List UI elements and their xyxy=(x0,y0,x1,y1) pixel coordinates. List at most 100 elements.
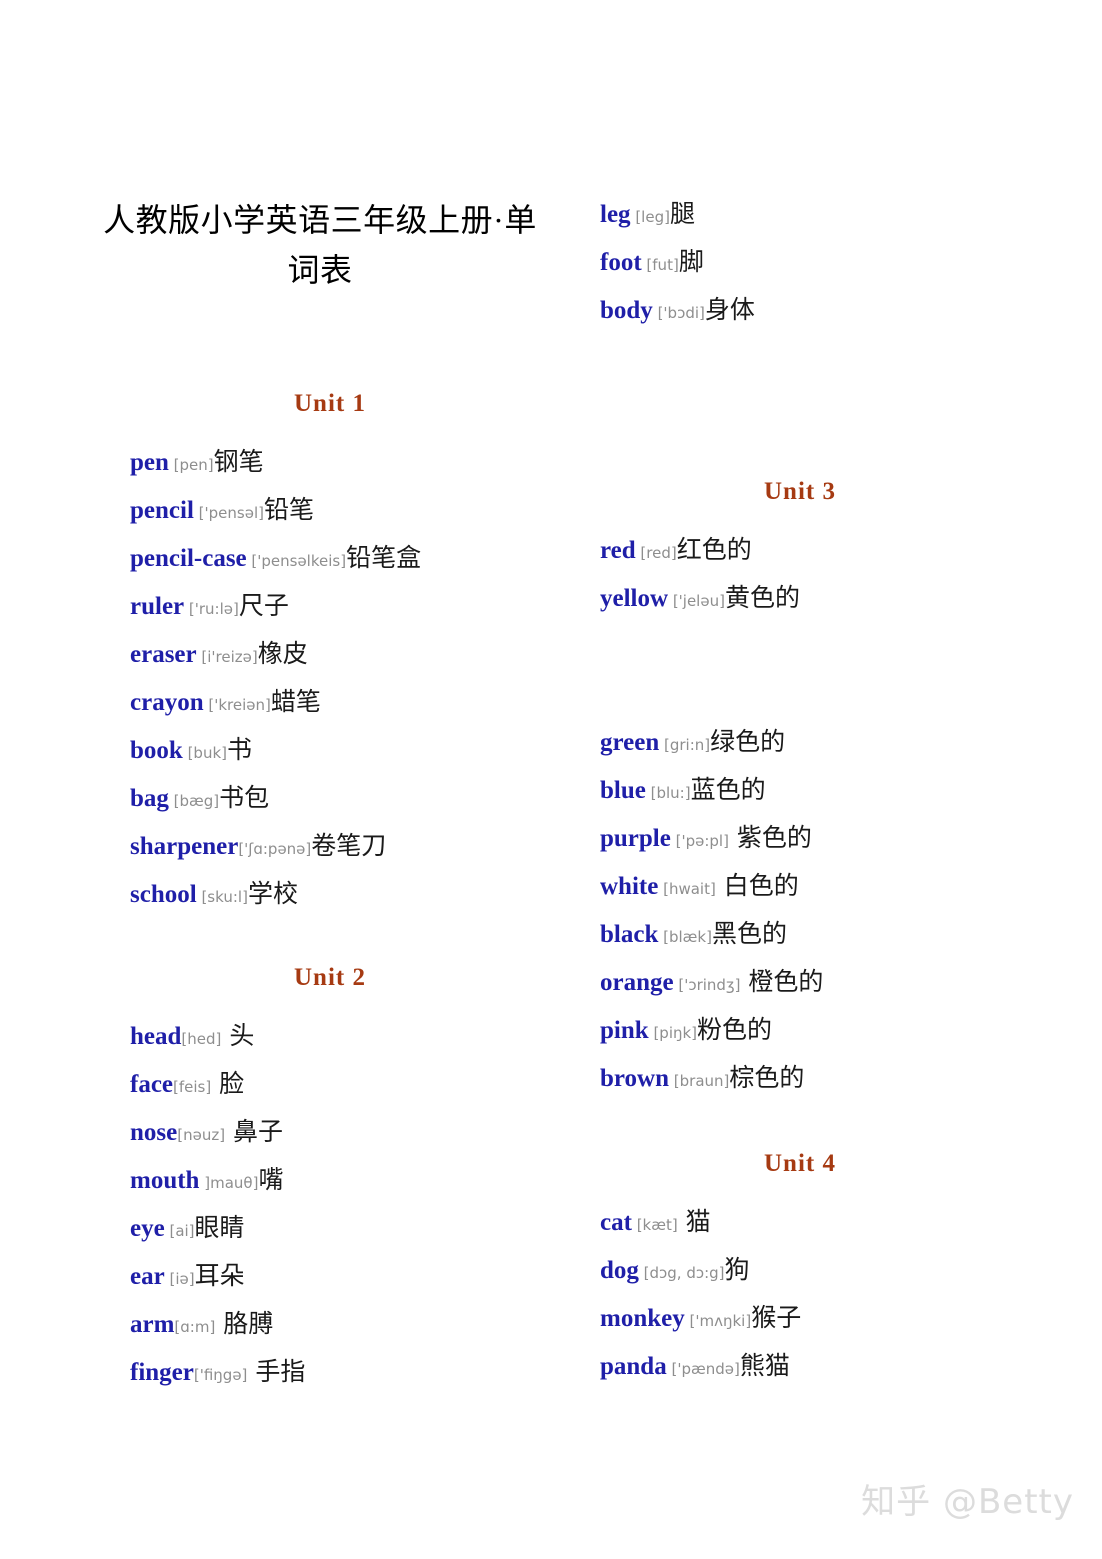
entry-translation: 铅笔 xyxy=(263,495,314,524)
entry-phonetic: ['bɔdi] xyxy=(652,304,705,322)
unit-2-continued-word-list: leg [leg]腿 foot [fut]脚 body ['bɔdi]身体 xyxy=(600,190,1000,334)
entry-phonetic: ['pensəlkeis] xyxy=(246,552,347,570)
entry-word: eye xyxy=(130,1215,165,1242)
word-entry: dog [dɔg, dɔ:g]狗 xyxy=(600,1246,1000,1294)
right-column: leg [leg]腿 foot [fut]脚 body ['bɔdi]身体 Unit… xyxy=(600,0,1000,1390)
entry-translation: 卷笔刀 xyxy=(311,831,387,860)
entry-phonetic: [nəuz] xyxy=(177,1126,226,1144)
unit-3-word-list-part-1: red [red]红色的 yellow ['jeləu]黄色的 xyxy=(600,526,1000,622)
unit-heading-4: Unit 4 xyxy=(764,1150,836,1177)
word-entry: blue [blu:]蓝色的 xyxy=(600,766,1000,814)
entry-phonetic: ['ɔrindʒ] xyxy=(673,976,741,994)
entry-word: panda xyxy=(600,1353,667,1380)
entry-translation: 脸 xyxy=(211,1069,245,1098)
unit-3-word-list-part-2: green [gri:n]绿色的 blue [blu:]蓝色的 purple ['p… xyxy=(600,718,1000,1102)
entry-word: foot xyxy=(600,249,642,276)
entry-phonetic: [blu:] xyxy=(645,784,691,802)
word-entry: cat [kæt] 猫 xyxy=(600,1198,1000,1246)
word-entry: foot [fut]脚 xyxy=(600,238,1000,286)
entry-phonetic: ['ʃɑ:pənə] xyxy=(238,840,312,858)
word-entry: face[feis] 脸 xyxy=(130,1060,530,1108)
entry-phonetic: [piŋk] xyxy=(648,1024,698,1042)
entry-translation: 胳膊 xyxy=(215,1309,274,1338)
unit-1-word-list: pen [pen]钢笔 pencil ['pensəl]铅笔 pencil-case… xyxy=(130,438,530,918)
entry-phonetic: ]mauθ] xyxy=(199,1174,259,1192)
entry-translation: 粉色的 xyxy=(697,1015,773,1044)
entry-translation: 书 xyxy=(227,735,253,764)
word-entry: orange ['ɔrindʒ] 橙色的 xyxy=(600,958,1000,1006)
word-entry: black [blæk]黑色的 xyxy=(600,910,1000,958)
entry-phonetic: [bæg] xyxy=(168,792,220,810)
entry-translation: 白色的 xyxy=(715,871,799,900)
entry-word: crayon xyxy=(130,689,204,716)
entry-word: dog xyxy=(600,1257,639,1284)
word-entry: head[hed] 头 xyxy=(130,1012,530,1060)
word-entry: ruler ['ru:lə]尺子 xyxy=(130,582,530,630)
unit-heading-3: Unit 3 xyxy=(764,478,836,505)
entry-word: blue xyxy=(600,777,646,804)
entry-word: brown xyxy=(600,1065,670,1092)
word-entry: leg [leg]腿 xyxy=(600,190,1000,238)
entry-word: pencil xyxy=(130,497,194,524)
word-entry: purple ['pə:pl] 紫色的 xyxy=(600,814,1000,862)
unit-4-word-list: cat [kæt] 猫 dog [dɔg, dɔ:g]狗 monkey ['mʌŋk… xyxy=(600,1198,1000,1390)
word-entry: red [red]红色的 xyxy=(600,526,1000,574)
entry-translation: 猫 xyxy=(677,1207,711,1236)
word-entry: pencil-case ['pensəlkeis]铅笔盒 xyxy=(130,534,530,582)
entry-translation: 熊猫 xyxy=(739,1351,790,1380)
entry-phonetic: ['mʌŋki] xyxy=(684,1312,752,1330)
entry-translation: 腿 xyxy=(669,199,695,228)
entry-phonetic: [ai] xyxy=(164,1222,195,1240)
entry-translation: 猴子 xyxy=(751,1303,802,1332)
word-entry: sharpener['ʃɑ:pənə]卷笔刀 xyxy=(130,822,530,870)
entry-phonetic: [hwait] xyxy=(658,880,716,898)
entry-translation: 狗 xyxy=(724,1255,750,1284)
entry-translation: 绿色的 xyxy=(710,727,786,756)
entry-translation: 头 xyxy=(221,1021,255,1050)
entry-word: purple xyxy=(600,825,671,852)
entry-translation: 蜡笔 xyxy=(270,687,321,716)
entry-translation: 红色的 xyxy=(676,535,752,564)
entry-translation: 钢笔 xyxy=(213,447,264,476)
entry-phonetic: ['pændə] xyxy=(666,1360,740,1378)
entry-translation: 黑色的 xyxy=(711,919,787,948)
unit-heading-2: Unit 2 xyxy=(294,964,366,991)
entry-word: bag xyxy=(130,785,169,812)
entry-word: nose xyxy=(130,1119,178,1146)
entry-word: head xyxy=(130,1023,182,1050)
entry-translation: 紫色的 xyxy=(728,823,812,852)
entry-phonetic: [feis] xyxy=(173,1078,212,1096)
entry-phonetic: [dɔg, dɔ:g] xyxy=(638,1264,725,1282)
word-list-page: 人教版小学英语三年级上册·单 词表 Unit 1 pen [pen]钢笔 penc… xyxy=(0,0,1102,1559)
entry-phonetic: ['fiŋgə] xyxy=(193,1366,248,1384)
list-gap xyxy=(600,670,1000,718)
word-entry: ear [iə]耳朵 xyxy=(130,1252,530,1300)
word-entry: pink [piŋk]粉色的 xyxy=(600,1006,1000,1054)
entry-word: finger xyxy=(130,1359,194,1386)
entry-word: pencil-case xyxy=(130,545,247,572)
entry-word: school xyxy=(130,881,197,908)
entry-translation: 黄色的 xyxy=(724,583,800,612)
entry-phonetic: ['pensəl] xyxy=(193,504,264,522)
entry-translation: 嘴 xyxy=(258,1165,284,1194)
word-entry: eye [ai]眼睛 xyxy=(130,1204,530,1252)
word-entry: bag [bæg]书包 xyxy=(130,774,530,822)
entry-word: sharpener xyxy=(130,833,239,860)
entry-word: green xyxy=(600,729,660,756)
list-gap xyxy=(600,622,1000,670)
entry-word: monkey xyxy=(600,1305,685,1332)
entry-word: eraser xyxy=(130,641,197,668)
entry-translation: 书包 xyxy=(219,783,270,812)
word-entry: pencil ['pensəl]铅笔 xyxy=(130,486,530,534)
entry-phonetic: [buk] xyxy=(182,744,227,762)
entry-word: black xyxy=(600,921,659,948)
entry-phonetic: [red] xyxy=(635,544,677,562)
word-entry: arm[ɑ:m] 胳膊 xyxy=(130,1300,530,1348)
entry-translation: 眼睛 xyxy=(194,1213,245,1242)
entry-word: book xyxy=(130,737,183,764)
entry-translation: 铅笔盒 xyxy=(346,543,422,572)
word-entry: green [gri:n]绿色的 xyxy=(600,718,1000,766)
word-entry: eraser [i'reizə]橡皮 xyxy=(130,630,530,678)
word-entry: finger['fiŋgə] 手指 xyxy=(130,1348,530,1396)
entry-word: body xyxy=(600,297,653,324)
